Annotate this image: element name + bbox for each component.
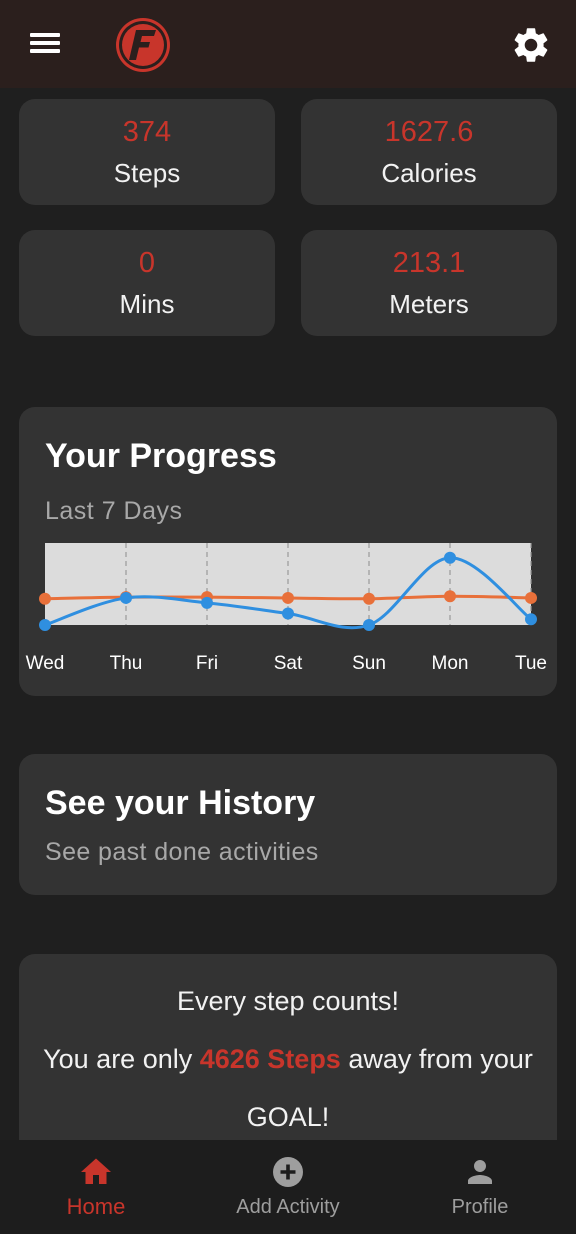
goal-steps-remaining: 4626 Steps xyxy=(199,1044,341,1074)
menu-icon[interactable] xyxy=(25,27,65,59)
chart-point-1-2 xyxy=(201,596,213,609)
chart-point-1-0 xyxy=(39,619,51,631)
chart-x-tick-label: Fri xyxy=(196,653,218,674)
nav-add-activity-label: Add Activity xyxy=(236,1196,340,1218)
calories-value: 1627.6 xyxy=(384,116,474,148)
chart-x-tick-label: Wed xyxy=(26,653,65,674)
goal-remaining-text: You are only 4626 Steps away from your xyxy=(19,1044,557,1075)
history-title: See your History xyxy=(45,784,316,822)
home-icon xyxy=(81,1158,111,1184)
home-content[interactable]: 374 Steps 1627.6 Calories 0 Mins 213.1 M… xyxy=(0,88,576,1140)
chart-x-tick-label: Thu xyxy=(110,653,143,674)
chart-x-tick-label: Sat xyxy=(274,653,303,674)
chart-point-1-5 xyxy=(444,551,456,564)
nav-home-label: Home xyxy=(66,1194,126,1219)
app-logo xyxy=(116,18,170,72)
calories-label: Calories xyxy=(381,158,477,188)
minutes-label: Mins xyxy=(119,289,175,319)
chart-point-0-4 xyxy=(363,592,375,605)
goal-card: Every step counts! You are only 4626 Ste… xyxy=(19,954,557,1140)
steps-value: 374 xyxy=(122,116,172,148)
meters-label: Meters xyxy=(389,289,469,319)
meters-card: 213.1 Meters xyxy=(301,230,557,336)
progress-subtitle: Last 7 Days xyxy=(45,497,183,525)
chart-x-tick-label: Sun xyxy=(352,653,386,674)
minutes-value: 0 xyxy=(138,247,156,279)
goal-word: GOAL! xyxy=(246,1102,330,1132)
app-bar xyxy=(0,0,576,88)
nav-add-activity[interactable]: Add Activity xyxy=(192,1140,384,1234)
nav-profile-label: Profile xyxy=(451,1196,509,1218)
add-circle-icon xyxy=(273,1157,303,1187)
progress-title: Your Progress xyxy=(45,437,277,475)
nav-profile[interactable]: Profile xyxy=(384,1140,576,1234)
bottom-navigation: Home Add Activity Profile xyxy=(0,1140,576,1234)
chart-point-0-6 xyxy=(525,591,537,604)
steps-label: Steps xyxy=(113,158,181,188)
goal-motivation: Every step counts! xyxy=(176,986,400,1016)
person-icon xyxy=(468,1160,492,1184)
chart-point-0-3 xyxy=(282,591,294,604)
chart-x-tick-label: Tue xyxy=(515,653,547,674)
steps-card: 374 Steps xyxy=(19,99,275,205)
chart-point-1-4 xyxy=(363,619,375,631)
progress-chart: Wed Thu Fri Sat Sun Mon Tue xyxy=(26,543,547,674)
chart-point-1-6 xyxy=(525,613,537,626)
chart-point-1-1 xyxy=(120,591,132,604)
nav-home[interactable]: Home xyxy=(0,1140,192,1234)
meters-value: 213.1 xyxy=(392,247,466,279)
chart-point-0-0 xyxy=(39,592,51,605)
minutes-card: 0 Mins xyxy=(19,230,275,336)
history-subtitle: See past done activities xyxy=(45,838,319,866)
calories-card: 1627.6 Calories xyxy=(301,99,557,205)
chart-x-tick-label: Mon xyxy=(432,653,469,674)
goal-suffix: away from your xyxy=(340,1044,533,1074)
chart-point-1-3 xyxy=(282,607,294,620)
history-card[interactable]: See your History See past done activitie… xyxy=(19,754,557,895)
goal-prefix: You are only xyxy=(43,1044,200,1074)
gear-icon[interactable] xyxy=(510,24,552,66)
chart-point-0-5 xyxy=(444,590,456,603)
progress-card[interactable]: Your Progress Last 7 Days Wed Thu Fri Sat Su… xyxy=(19,407,557,696)
